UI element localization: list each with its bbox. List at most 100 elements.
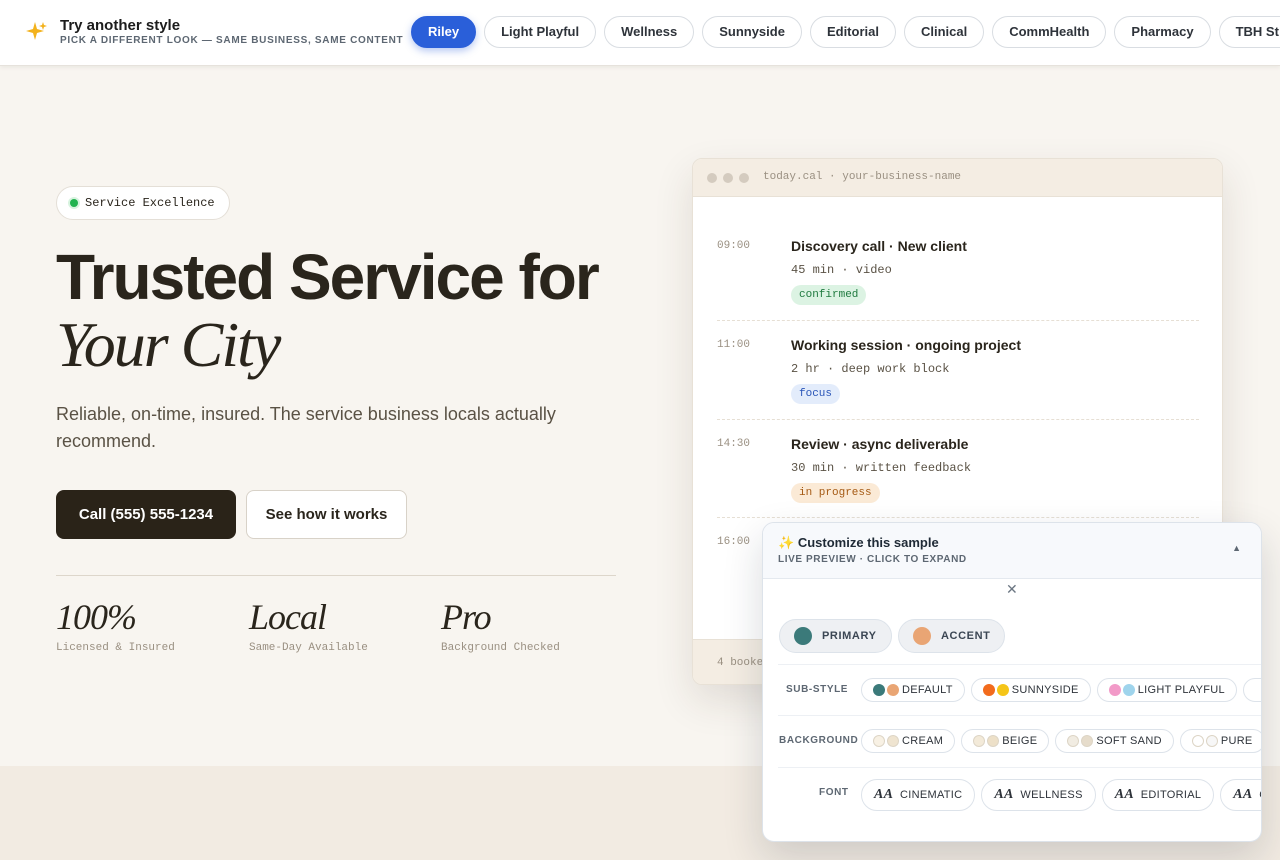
stat-label: Same-Day Available <box>249 642 368 654</box>
substyle-label: SUB-STYLE <box>786 684 849 695</box>
style-pill-pharmacy[interactable]: Pharmacy <box>1114 16 1211 48</box>
panel-divider <box>778 664 1261 665</box>
event-status-badge: focus <box>791 384 841 404</box>
event-meta: 2 hr · deep work block <box>791 362 950 376</box>
customize-panel-title: ✨ Customize this sample <box>778 535 939 550</box>
close-icon[interactable]: ✕ <box>1006 581 1018 598</box>
hero-badge: Service Excellence <box>56 186 230 220</box>
hero-headline-accent: Your City <box>56 309 281 380</box>
stat-value: Local <box>249 597 327 637</box>
see-how-button[interactable]: See how it works <box>246 490 407 539</box>
window-dot-icon <box>707 173 717 183</box>
background-chip-list: CREAM BEIGE SOFT SAND PURE <box>861 729 1261 753</box>
substyle-chip-light-playful[interactable]: LIGHT PLAYFUL <box>1096 678 1237 702</box>
font-chip-more[interactable]: AA C <box>1220 779 1261 811</box>
calendar-event: 11:00 Working session · ongoing project … <box>717 337 1199 420</box>
event-title: Review · async deliverable <box>791 436 969 452</box>
font-preview-icon: AA <box>994 787 1014 802</box>
hero-badge-label: Service Excellence <box>85 196 215 210</box>
substyle-chip-more[interactable] <box>1242 678 1261 702</box>
font-chip-editorial[interactable]: AA EDITORIAL <box>1101 779 1215 811</box>
window-titlebar: today.cal · your-business-name <box>693 159 1222 197</box>
call-button[interactable]: Call (555) 555-1234 <box>56 490 236 539</box>
event-time: 16:00 <box>717 536 751 548</box>
font-preview-icon: AA <box>1233 787 1253 802</box>
status-dot-icon <box>70 199 78 207</box>
window-dot-icon <box>723 173 733 183</box>
style-pill-tbh[interactable]: TBH St <box>1218 16 1280 48</box>
style-switcher-title: Try another style <box>60 17 181 34</box>
primary-color-picker[interactable]: PRIMARY <box>779 619 892 653</box>
style-pill-sunnyside[interactable]: Sunnyside <box>702 16 802 48</box>
event-status-badge: in progress <box>791 483 880 503</box>
event-meta: 30 min · written feedback <box>791 461 972 475</box>
substyle-chip-list: DEFAULT SUNNYSIDE LIGHT PLAYFUL <box>861 678 1261 702</box>
color-dot-icon <box>987 735 1000 747</box>
customize-panel-header[interactable]: ✨ Customize this sample LIVE PREVIEW · C… <box>763 523 1261 579</box>
event-title: Working session · ongoing project <box>791 337 1021 353</box>
background-chip-soft-sand[interactable]: SOFT SAND <box>1055 729 1174 753</box>
style-pill-commhealth[interactable]: CommHealth <box>992 16 1107 48</box>
style-switcher-bar: Try another style PICK A DIFFERENT LOOK … <box>0 0 1280 66</box>
event-time: 11:00 <box>717 339 751 351</box>
color-dot-icon <box>982 684 995 696</box>
style-pill-editorial[interactable]: Editorial <box>809 16 896 48</box>
hero-lede: Reliable, on-time, insured. The service … <box>56 404 556 451</box>
panel-divider <box>778 767 1261 768</box>
background-chip-pure[interactable]: PURE <box>1179 729 1261 753</box>
style-switcher-subtitle: PICK A DIFFERENT LOOK — SAME BUSINESS, S… <box>60 35 404 46</box>
color-dot-icon <box>1081 735 1094 747</box>
window-dot-icon <box>739 173 749 183</box>
window-title: today.cal · your-business-name <box>763 171 962 183</box>
calendar-event: 09:00 Discovery call · New client 45 min… <box>717 238 1199 321</box>
style-pill-wellness[interactable]: Wellness <box>604 16 695 48</box>
accent-color-picker[interactable]: ACCENT <box>898 619 1006 653</box>
background-label: BACKGROUND <box>779 735 859 746</box>
substyle-chip-default[interactable]: DEFAULT <box>861 678 965 702</box>
calendar-event: 14:30 Review · async deliverable 30 min … <box>717 436 1199 518</box>
stat-value: Pro <box>441 597 492 637</box>
accent-color-label: ACCENT <box>941 630 991 642</box>
stat-pro: Pro Background Checked <box>441 596 560 654</box>
color-dot-icon <box>1205 735 1218 747</box>
primary-color-label: PRIMARY <box>822 630 877 642</box>
stat-label: Background Checked <box>441 642 560 654</box>
event-title: Discovery call · New client <box>791 238 967 254</box>
font-chip-cinematic[interactable]: AA CINEMATIC <box>861 779 976 811</box>
stat-licensed: 100% Licensed & Insured <box>56 596 175 654</box>
customize-panel: ✨ Customize this sample LIVE PREVIEW · C… <box>762 522 1262 842</box>
font-chip-wellness[interactable]: AA WELLNESS <box>981 779 1096 811</box>
style-pill-light-playful[interactable]: Light Playful <box>484 16 597 48</box>
accent-color-swatch <box>913 627 931 645</box>
font-preview-icon: AA <box>874 787 894 802</box>
primary-color-swatch <box>794 627 812 645</box>
panel-divider <box>778 715 1261 716</box>
stat-label: Licensed & Insured <box>56 642 175 654</box>
background-chip-cream[interactable]: CREAM <box>861 729 956 753</box>
event-status-badge: confirmed <box>791 285 867 305</box>
substyle-chip-sunnyside[interactable]: SUNNYSIDE <box>970 678 1091 702</box>
stat-value: 100% <box>56 597 137 637</box>
collapse-chevron-icon[interactable]: ▲ <box>1232 543 1241 553</box>
font-chip-list: AA CINEMATIC AA WELLNESS AA EDITORIAL AA… <box>861 779 1261 811</box>
hero-divider <box>56 575 616 576</box>
color-dot-icon <box>1122 684 1135 696</box>
event-time: 14:30 <box>717 438 751 450</box>
color-dot-icon <box>887 684 899 696</box>
background-chip-beige[interactable]: BEIGE <box>961 729 1050 753</box>
customize-panel-subtitle: LIVE PREVIEW · CLICK TO EXPAND <box>778 554 967 565</box>
color-dot-icon <box>1067 735 1080 747</box>
color-dot-icon <box>973 735 986 747</box>
style-pill-clinical[interactable]: Clinical <box>903 16 985 48</box>
color-dot-icon <box>996 684 1009 696</box>
color-dot-icon <box>1108 684 1121 696</box>
style-pill-list: Riley Light Playful Wellness Sunnyside E… <box>411 16 1280 48</box>
calendar-footer-text: 4 booke <box>717 657 764 669</box>
style-pill-riley[interactable]: Riley <box>411 16 477 48</box>
font-preview-icon: AA <box>1114 787 1134 802</box>
event-meta: 45 min · video <box>791 263 892 277</box>
sparkle-icon <box>24 20 48 44</box>
sparkle-icon: ✨ <box>778 535 795 550</box>
color-dot-icon <box>887 735 899 747</box>
stat-local: Local Same-Day Available <box>249 596 368 654</box>
